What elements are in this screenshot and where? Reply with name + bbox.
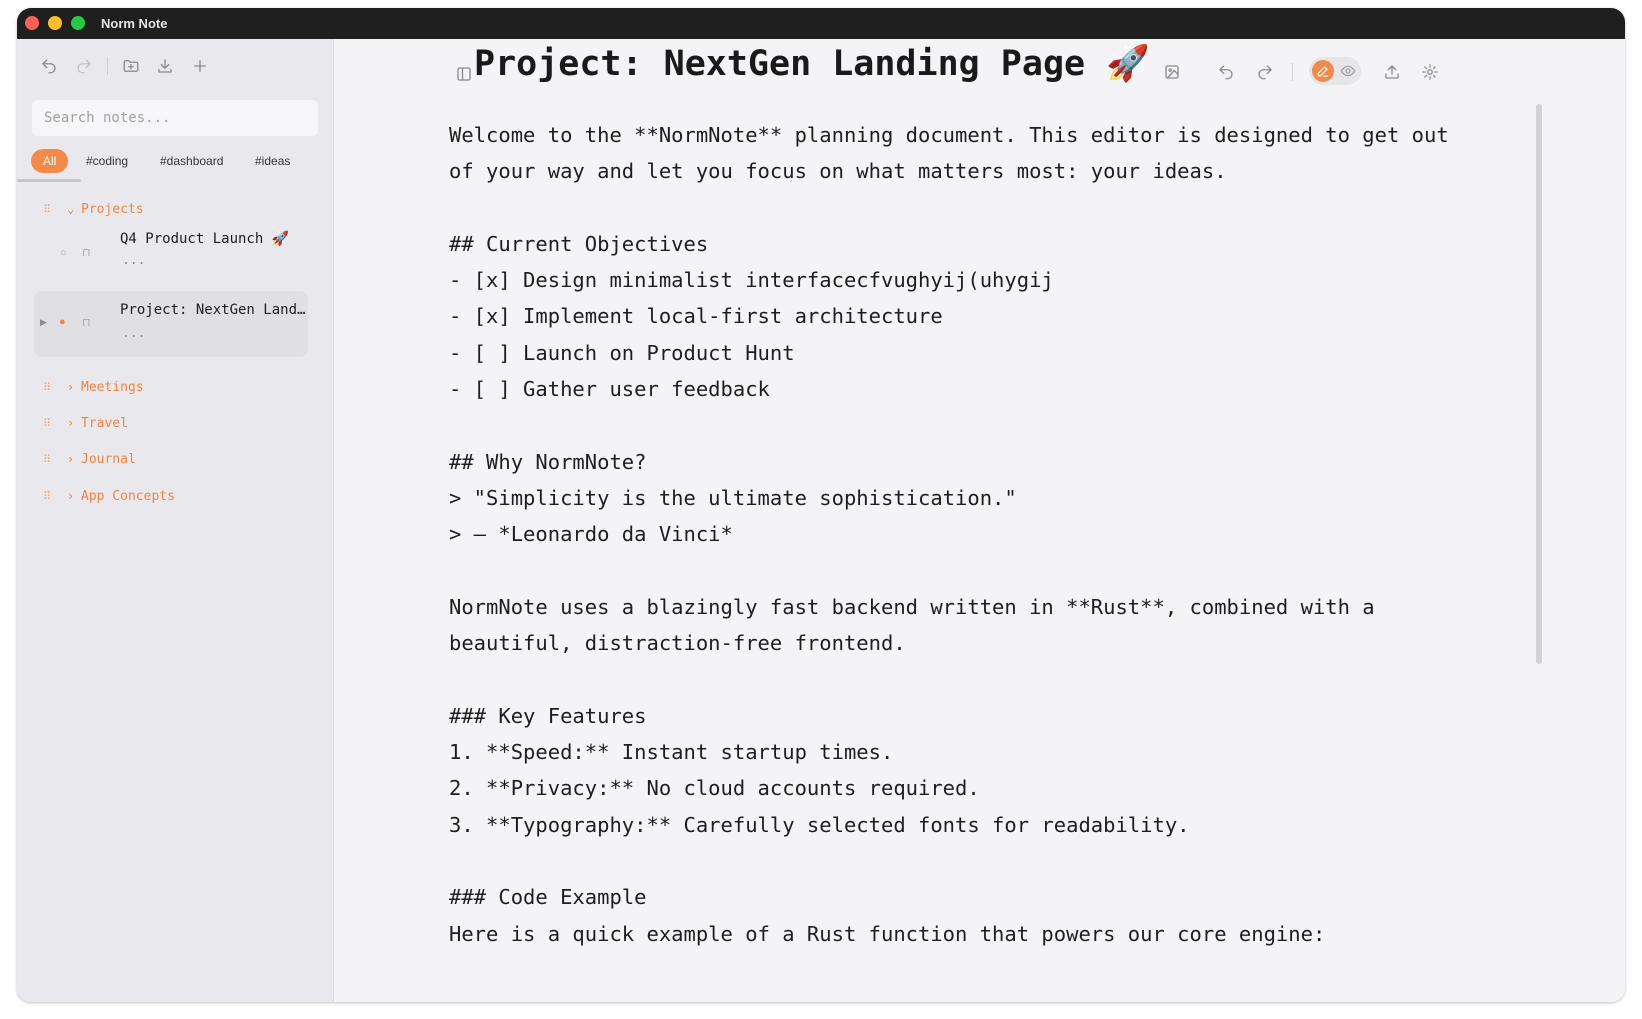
drag-handle-icon[interactable]: ⠿ (43, 417, 57, 430)
bookmark-icon[interactable]: ⊓ (82, 316, 91, 329)
preview-eye-icon[interactable] (1337, 60, 1359, 82)
folder-label: Meetings (81, 379, 144, 395)
expand-arrow-icon[interactable]: ▶ (40, 317, 47, 328)
tag-filter-coding[interactable]: #coding (86, 149, 128, 173)
drag-handle-icon[interactable]: ⠿ (43, 203, 57, 216)
toolbar-divider (1292, 63, 1293, 81)
note-preview: ... (122, 326, 146, 341)
bookmark-icon[interactable]: ⊓ (82, 246, 91, 259)
sidebar: All #coding #dashboard #ideas ⠿ ⌄ Projec… (17, 39, 334, 1002)
chevron-right-icon: › (67, 489, 75, 503)
status-circle-icon: ○ (60, 247, 67, 259)
title-bar: Norm Note (17, 8, 1625, 39)
share-export-icon[interactable] (1380, 60, 1404, 84)
toolbar-divider (107, 57, 108, 75)
chevron-right-icon: › (67, 452, 75, 466)
drag-handle-icon[interactable]: ⠿ (43, 490, 57, 503)
folder-label: Travel (81, 415, 128, 431)
import-icon[interactable] (153, 54, 177, 78)
tag-filter-all[interactable]: All (31, 149, 69, 173)
folder-label: Journal (81, 451, 136, 467)
redo-icon[interactable] (1253, 60, 1277, 84)
folder-meetings[interactable]: ⠿ › Meetings (43, 376, 144, 398)
window-title: Norm Note (101, 16, 168, 31)
folder-app-concepts[interactable]: ⠿ › App Concepts (43, 485, 175, 507)
tag-filter-dashboard[interactable]: #dashboard (160, 149, 223, 173)
search-input[interactable] (32, 100, 318, 136)
edit-mode-icon[interactable] (1312, 60, 1334, 82)
image-icon[interactable] (1160, 60, 1184, 84)
folder-travel[interactable]: ⠿ › Travel (43, 412, 128, 434)
chevron-right-icon: › (67, 416, 75, 430)
markdown-editor[interactable]: Welcome to the **NormNote** planning doc… (449, 117, 1459, 952)
minimize-window-button[interactable] (48, 16, 62, 30)
gear-icon[interactable] (1418, 60, 1442, 84)
active-dot-icon: ● (59, 316, 66, 328)
add-note-icon[interactable] (188, 54, 212, 78)
folder-label: App Concepts (81, 488, 175, 504)
toggle-sidebar-icon[interactable] (452, 62, 476, 86)
drag-handle-icon[interactable]: ⠿ (43, 381, 57, 394)
note-item-selected[interactable]: ▶ ● ⊓ Project: NextGen Land… ... (34, 291, 308, 357)
note-title: Project: NextGen Land… (120, 302, 306, 318)
edit-preview-toggle[interactable] (1309, 57, 1361, 85)
chevron-right-icon: › (67, 380, 75, 394)
new-folder-icon[interactable] (119, 54, 143, 78)
tag-filter-ideas[interactable]: #ideas (255, 149, 290, 173)
document-title[interactable]: Project: NextGen Landing Page 🚀 (474, 43, 1150, 84)
redo-icon[interactable] (72, 54, 96, 78)
chevron-down-icon: ⌄ (67, 202, 75, 216)
note-title: Q4 Product Launch 🚀 (120, 231, 290, 247)
drag-handle-icon[interactable]: ⠿ (43, 453, 57, 466)
maximize-window-button[interactable] (71, 16, 85, 30)
folder-label: Projects (81, 201, 144, 217)
sidebar-scroll-indicator (17, 179, 81, 182)
editor-scrollbar[interactable] (1536, 104, 1542, 664)
undo-icon[interactable] (37, 54, 61, 78)
note-item[interactable]: ○ ⊓ Q4 Product Launch 🚀 ... (34, 225, 308, 281)
app-window: Norm Note All #coding #dashboard #ideas … (17, 8, 1625, 1002)
undo-icon[interactable] (1214, 60, 1238, 84)
note-preview: ... (122, 253, 146, 268)
folder-journal[interactable]: ⠿ › Journal (43, 448, 136, 470)
editor-area: Project: NextGen Landing Page 🚀 Welcome … (334, 39, 1625, 1002)
close-window-button[interactable] (25, 16, 39, 30)
folder-projects[interactable]: ⠿ ⌄ Projects (43, 198, 144, 220)
